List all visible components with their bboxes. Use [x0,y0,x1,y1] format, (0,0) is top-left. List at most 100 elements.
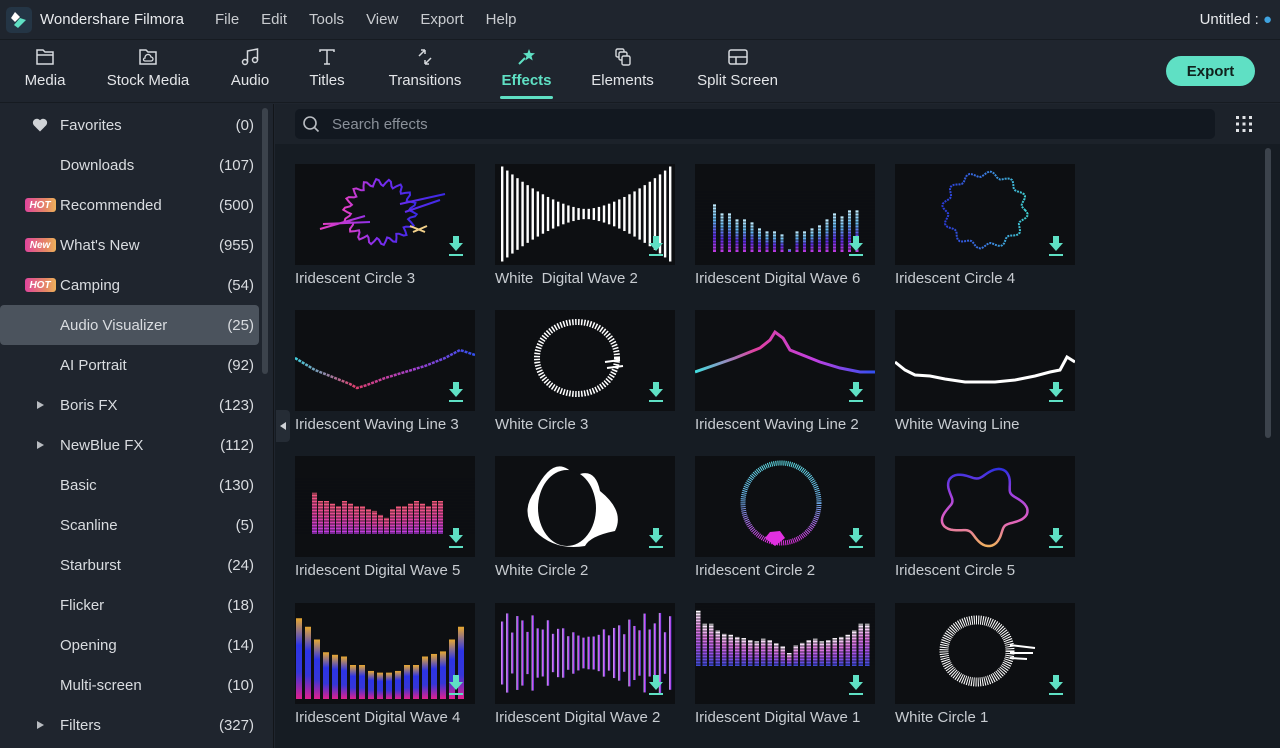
sidebar-item-opening[interactable]: Opening (14) [0,625,259,665]
search-box[interactable] [295,109,1215,139]
effect-card[interactable]: Iridescent Digital Wave 4 [295,603,475,726]
tab-audio-label: Audio [230,72,270,89]
collapse-sidebar-button[interactable] [276,410,290,442]
effect-card[interactable]: White Circle 2 [495,456,675,579]
module-toolbar: Media Stock Media Audio Titles Transitio… [0,40,1280,103]
search-input[interactable] [332,115,1192,133]
sidebar-item-scanline[interactable]: Scanline (5) [0,505,259,545]
sidebar-item-count: (54) [227,276,254,294]
tab-elements[interactable]: Elements [591,40,654,103]
download-icon[interactable] [1048,235,1064,257]
tab-transitions[interactable]: Transitions [388,40,462,103]
sidebar-item-label: Downloads [60,156,135,174]
effect-card[interactable]: Iridescent Circle 3 [295,164,475,287]
tab-audio[interactable]: Audio [230,40,270,103]
sidebar-item-favorites[interactable]: Favorites (0) [0,105,259,145]
effect-card[interactable]: Iridescent Circle 2 [695,456,875,579]
effect-thumbnail[interactable] [495,164,675,265]
tab-split-screen[interactable]: Split Screen [697,40,778,103]
effect-title: Iridescent Digital Wave 6 [695,270,861,287]
effect-card[interactable]: White Digital Wave 2 [495,164,675,287]
effect-card[interactable]: Iridescent Digital Wave 6 [695,164,875,287]
sidebar-item-count: (25) [227,316,254,334]
effect-thumbnail[interactable] [495,603,675,704]
download-icon[interactable] [848,674,864,696]
effect-thumbnail[interactable] [495,310,675,411]
menu-view[interactable]: View [366,11,398,28]
download-icon[interactable] [648,674,664,696]
download-icon[interactable] [648,235,664,257]
sidebar-item-flicker[interactable]: Flicker (18) [0,585,259,625]
effect-card[interactable]: White Circle 1 [895,603,1075,726]
effect-thumbnail[interactable] [295,164,475,265]
download-icon[interactable] [448,381,464,403]
menu-file[interactable]: File [215,11,239,28]
menu-help[interactable]: Help [486,11,517,28]
tab-titles[interactable]: Titles [308,40,346,103]
expand-arrow-icon[interactable] [35,400,45,410]
download-icon[interactable] [1048,527,1064,549]
download-icon[interactable] [848,527,864,549]
sidebar-scrollbar[interactable] [262,108,268,374]
download-icon[interactable] [448,527,464,549]
effect-card[interactable]: Iridescent Digital Wave 1 [695,603,875,726]
export-button[interactable]: Export [1166,56,1255,86]
effect-card[interactable]: Iridescent Waving Line 3 [295,310,475,433]
effect-card[interactable]: White Waving Line [895,310,1075,433]
effect-card[interactable]: Iridescent Waving Line 2 [695,310,875,433]
download-icon[interactable] [1048,381,1064,403]
download-icon[interactable] [848,381,864,403]
effect-thumbnail[interactable] [895,603,1075,704]
sidebar-item-basic[interactable]: Basic (130) [0,465,259,505]
sidebar-item-boris-fx[interactable]: Boris FX (123) [0,385,259,425]
effect-thumbnail[interactable] [895,164,1075,265]
download-icon[interactable] [848,235,864,257]
effect-card[interactable]: Iridescent Circle 5 [895,456,1075,579]
effect-thumbnail[interactable] [895,310,1075,411]
effect-thumbnail[interactable] [695,603,875,704]
sidebar-item-whats-new[interactable]: New What's New (955) [0,225,259,265]
sidebar-item-starburst[interactable]: Starburst (24) [0,545,259,585]
effect-card[interactable]: Iridescent Digital Wave 5 [295,456,475,579]
sidebar-item-count: (500) [218,196,254,214]
sidebar-item-camping[interactable]: HOT Camping (54) [0,265,259,305]
download-icon[interactable] [648,527,664,549]
effect-thumbnail[interactable] [695,164,875,265]
grid-view-icon[interactable] [1235,115,1253,133]
sidebar-item-ai-portrait[interactable]: AI Portrait (92) [0,345,259,385]
effect-card[interactable]: Iridescent Digital Wave 2 [495,603,675,726]
expand-arrow-icon[interactable] [35,440,45,450]
menu-edit[interactable]: Edit [261,11,287,28]
sidebar-item-count: (92) [227,356,254,374]
effect-thumbnail[interactable] [695,310,875,411]
sidebar-item-multi-screen[interactable]: Multi-screen (10) [0,665,259,705]
effect-thumbnail[interactable] [295,603,475,704]
download-icon[interactable] [448,235,464,257]
sidebar-item-newblue-fx[interactable]: NewBlue FX (112) [0,425,259,465]
effect-thumbnail[interactable] [695,456,875,557]
sidebar-item-recommended[interactable]: HOT Recommended (500) [0,185,259,225]
tab-stock-media[interactable]: Stock Media [107,40,189,103]
sidebar-item-count: (123) [218,396,254,414]
tab-media-label: Media [24,72,66,89]
sidebar-item-audio-visualizer[interactable]: Audio Visualizer (25) [0,305,259,345]
effect-card[interactable]: White Circle 3 [495,310,675,433]
expand-arrow-icon[interactable] [35,720,45,730]
sidebar-item-count: (107) [218,156,254,174]
effect-card[interactable]: Iridescent Circle 4 [895,164,1075,287]
download-icon[interactable] [448,674,464,696]
sidebar-item-filters[interactable]: Filters (327) [0,705,259,745]
effect-thumbnail[interactable] [895,456,1075,557]
content-scrollbar[interactable] [1265,148,1271,438]
menu-tools[interactable]: Tools [309,11,344,28]
effect-thumbnail[interactable] [295,310,475,411]
tab-effects[interactable]: Effects [500,40,553,103]
sidebar-item-count: (327) [218,716,254,734]
tab-media[interactable]: Media [24,40,66,103]
sidebar-item-downloads[interactable]: Downloads (107) [0,145,259,185]
download-icon[interactable] [1048,674,1064,696]
effect-thumbnail[interactable] [495,456,675,557]
download-icon[interactable] [648,381,664,403]
menu-export[interactable]: Export [420,11,463,28]
effect-thumbnail[interactable] [295,456,475,557]
